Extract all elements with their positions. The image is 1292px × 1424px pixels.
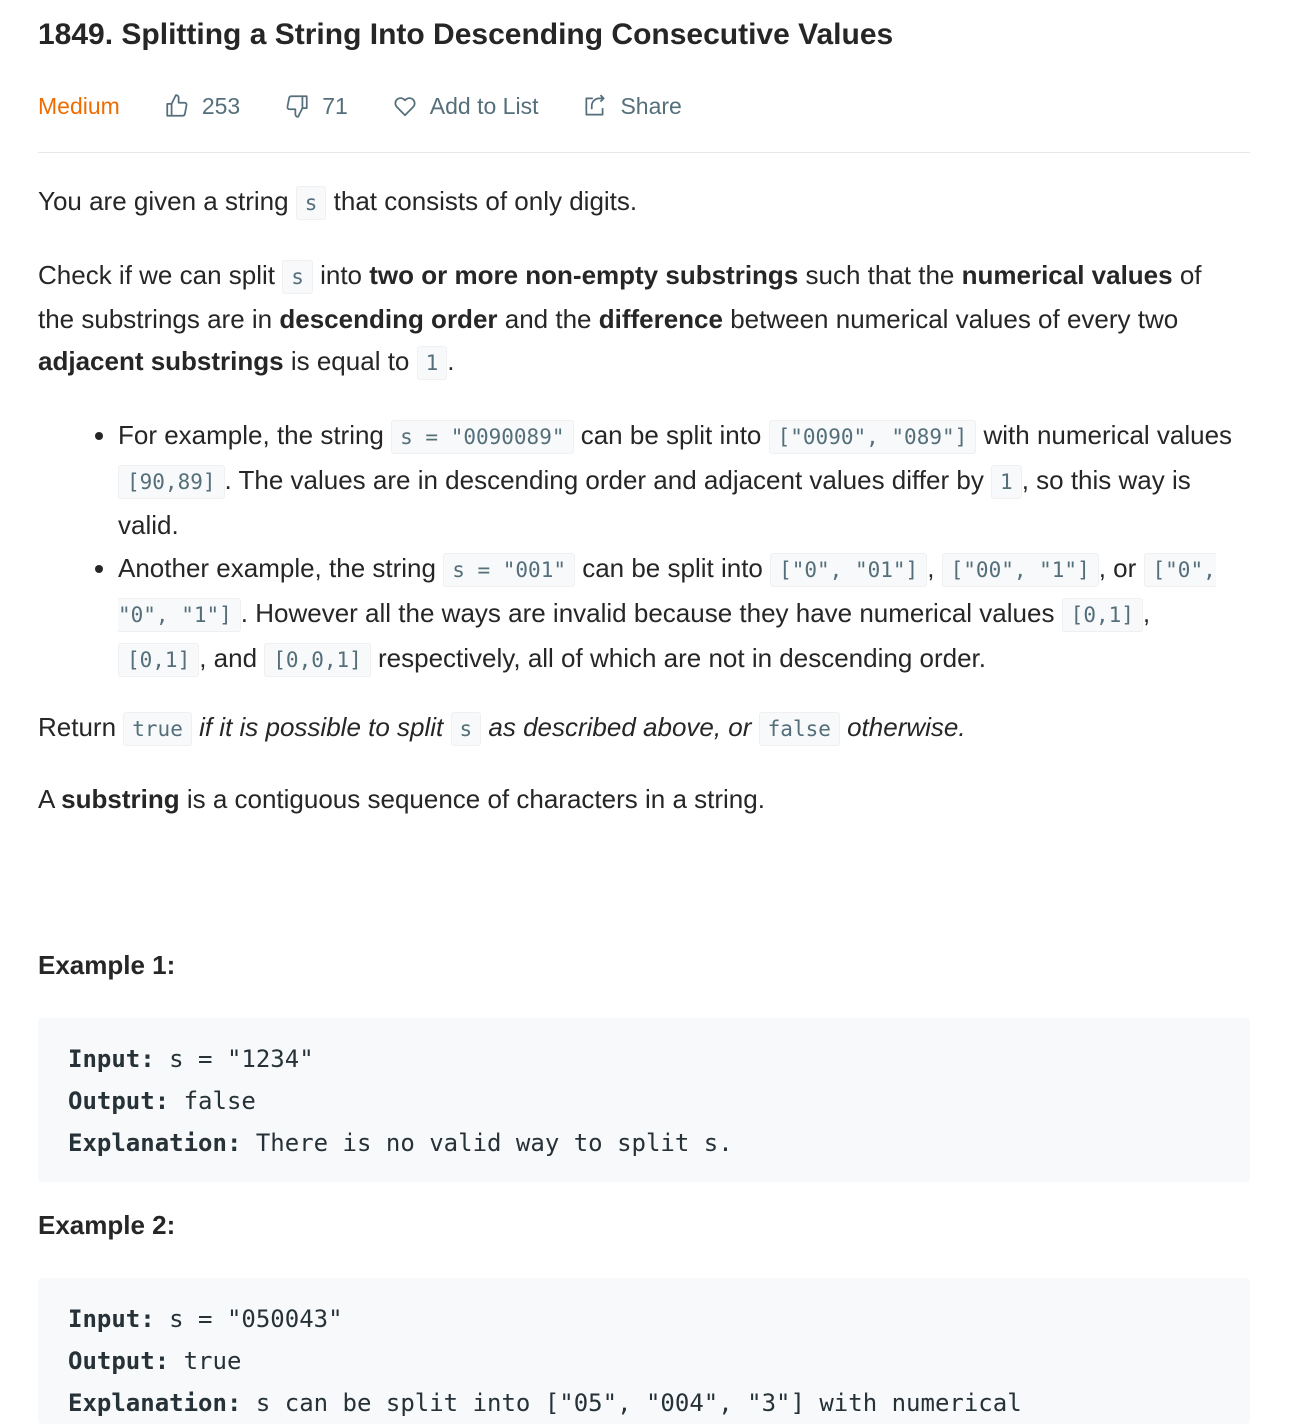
bold-text: adjacent substrings	[38, 346, 284, 376]
text: such that the	[798, 260, 962, 290]
explanation-label: Explanation:	[68, 1129, 242, 1157]
text: . The values are in descending order and…	[224, 465, 992, 495]
text: is a contiguous sequence of characters i…	[179, 784, 765, 814]
text: A	[38, 784, 62, 814]
add-to-list-label: Add to List	[429, 92, 539, 119]
output-label: Output:	[68, 1087, 170, 1115]
list-item: For example, the string s = "0090089" ca…	[118, 414, 1238, 547]
description-paragraph: A substring is a contiguous sequence of …	[38, 778, 1238, 820]
inline-code: [0,1]	[1061, 598, 1143, 632]
inline-code: s = "001"	[443, 553, 575, 587]
text: For example, the string	[118, 420, 392, 450]
input-value: s = "050043"	[154, 1305, 343, 1333]
text: . However all the ways are invalid becau…	[240, 598, 1062, 628]
dislike-button[interactable]: 71	[284, 93, 348, 120]
output-label: Output:	[68, 1347, 170, 1375]
problem-meta-bar: Medium 253 71 Add to List Share	[38, 84, 726, 128]
text: can be split into	[573, 420, 769, 450]
text: that consists of only digits.	[326, 186, 638, 216]
text: .	[447, 346, 455, 376]
italic-text: otherwise.	[839, 712, 966, 742]
thumbs-up-icon	[166, 94, 188, 117]
text: Check if we can split	[38, 260, 283, 290]
example-title: Example 1:	[38, 950, 176, 980]
inline-code: [90,89]	[118, 465, 225, 499]
text: , or	[1098, 553, 1144, 583]
inline-code: ["0090", "089"]	[768, 420, 977, 454]
problem-title: 1849. Splitting a String Into Descending…	[38, 18, 894, 51]
inline-code: ["00", "1"]	[941, 553, 1099, 587]
bold-text: difference	[598, 304, 723, 334]
description-paragraph: Return true if it is possible to split s…	[38, 706, 1238, 750]
bold-text: substring	[61, 784, 180, 814]
list-item: Another example, the string s = "001" ca…	[118, 547, 1238, 682]
input-label: Input:	[68, 1045, 155, 1073]
text: and the	[497, 304, 599, 334]
bold-text: numerical values	[961, 260, 1173, 290]
input-value: s = "1234"	[154, 1045, 314, 1073]
like-count: 253	[201, 92, 241, 119]
share-button[interactable]: Share	[582, 92, 682, 120]
explanation-value: s can be split into ["05", "004", "3"] w…	[241, 1389, 1022, 1417]
thumbs-down-icon	[286, 95, 308, 118]
text: ,	[1142, 598, 1151, 628]
heart-icon	[394, 97, 416, 117]
text: between numerical values of every two	[722, 304, 1179, 334]
inline-code: s = "0090089"	[391, 420, 574, 454]
difficulty-badge: Medium	[38, 92, 120, 119]
like-button[interactable]: 253	[164, 93, 240, 120]
explanation-label: Explanation:	[68, 1389, 242, 1417]
text: can be split into	[574, 553, 771, 583]
description-paragraph: You are given a string s that consists o…	[38, 180, 1238, 224]
text: ,	[927, 553, 942, 583]
example-bullet-list: For example, the string s = "0090089" ca…	[38, 414, 1238, 682]
output-value: true	[169, 1347, 242, 1375]
inline-code: true	[123, 712, 192, 746]
example-code-block: Input: s = "1234" Output: false Explanat…	[38, 1018, 1250, 1182]
text: , and	[199, 643, 265, 673]
inline-code: [0,0,1]	[264, 643, 371, 677]
bold-text: two or more non-empty substrings	[369, 260, 799, 290]
text: Return	[38, 712, 124, 742]
description-paragraph: Check if we can split s into two or more…	[38, 254, 1238, 384]
header-divider	[38, 152, 1250, 153]
example-title: Example 2:	[38, 1210, 176, 1240]
add-to-list-button[interactable]: Add to List	[392, 92, 539, 120]
output-value: false	[169, 1087, 256, 1115]
inline-code: [0,1]	[118, 643, 200, 677]
italic-text: as described above, or	[481, 712, 759, 742]
share-label: Share	[620, 92, 682, 119]
share-icon	[585, 94, 606, 116]
explanation-value: There is no valid way to split s.	[241, 1129, 733, 1157]
italic-text: if it is possible to split	[191, 712, 451, 742]
input-label: Input:	[68, 1305, 155, 1333]
text: respectively, all of which are not in de…	[370, 643, 986, 673]
bold-text: descending order	[279, 304, 498, 334]
inline-code: s	[282, 260, 313, 294]
problem-description: You are given a string s that consists o…	[38, 180, 1238, 820]
inline-code: false	[758, 712, 840, 746]
text: You are given a string	[38, 186, 296, 216]
inline-code: s	[450, 712, 482, 746]
text: into	[312, 260, 370, 290]
inline-code: s	[295, 186, 327, 220]
text: with numerical values	[976, 420, 1233, 450]
text: Another example, the string	[118, 553, 444, 583]
inline-code: 1	[416, 346, 448, 380]
dislike-count: 71	[322, 92, 348, 119]
example-code-block: Input: s = "050043" Output: true Explana…	[38, 1278, 1250, 1424]
inline-code: 1	[991, 465, 1022, 499]
inline-code: ["0", "01"]	[770, 553, 928, 587]
text: is equal to	[283, 346, 417, 376]
